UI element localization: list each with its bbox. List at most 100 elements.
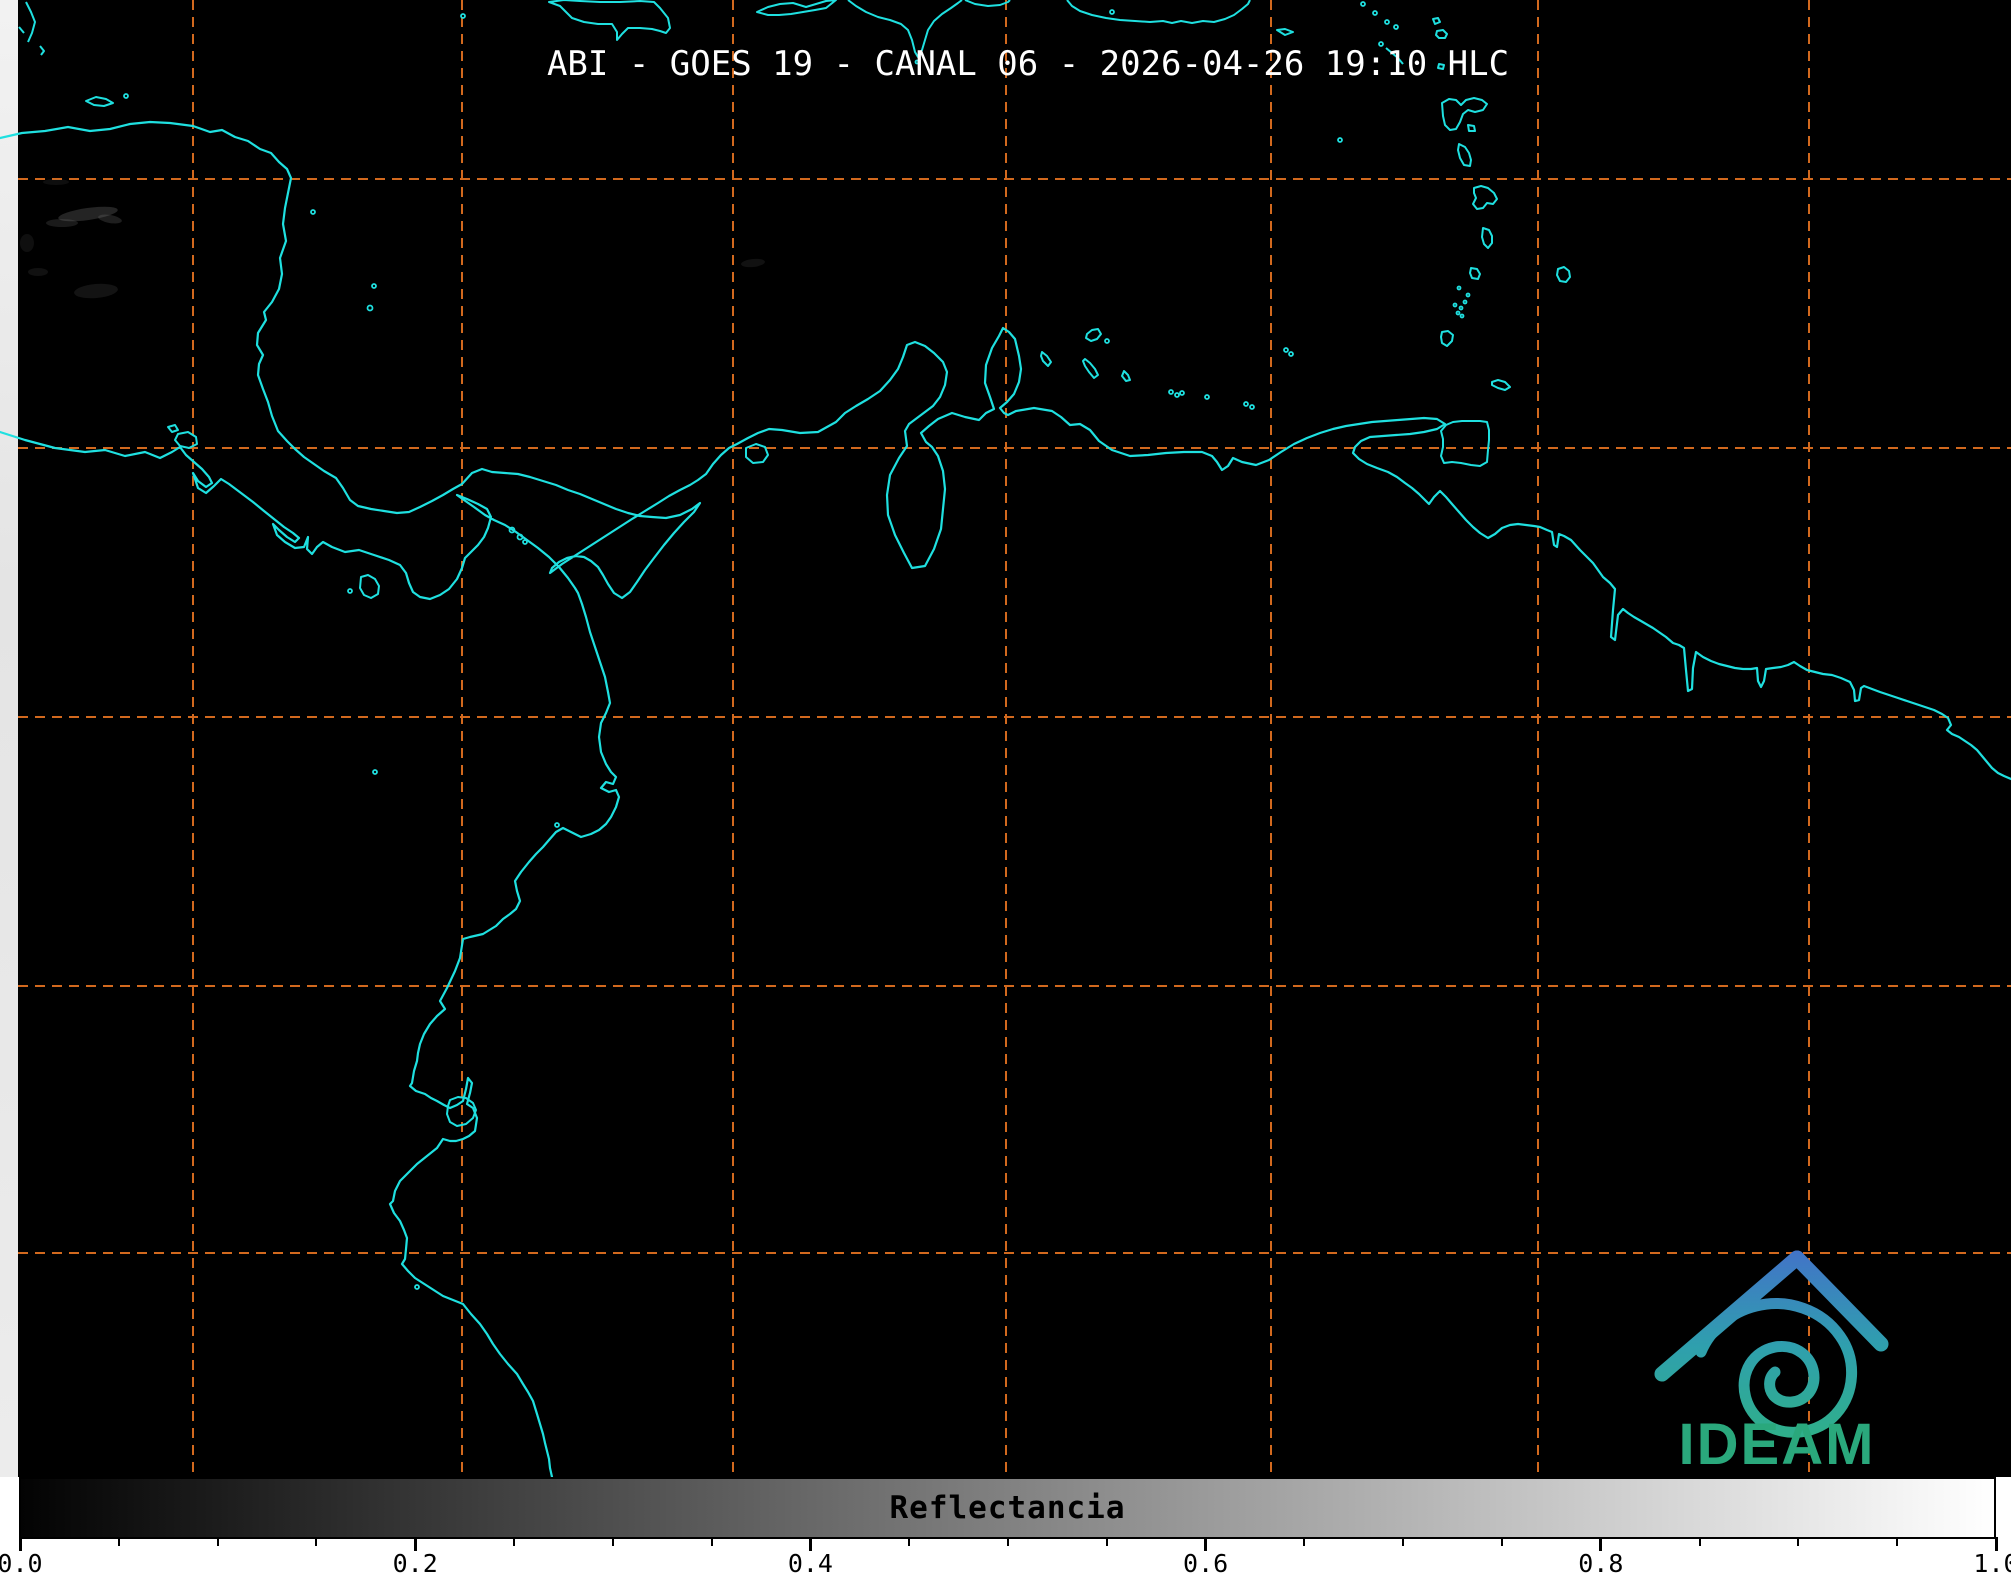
island-outline xyxy=(1082,358,1099,379)
small-island-dot xyxy=(1179,390,1185,396)
island-outline xyxy=(1472,185,1498,210)
island-outline xyxy=(85,96,114,107)
small-island-dot xyxy=(1104,338,1110,344)
island-outline xyxy=(745,443,769,464)
small-island-dot xyxy=(1456,285,1462,291)
cloud-patch xyxy=(43,179,69,185)
island-outline xyxy=(1469,267,1481,280)
island-outline xyxy=(1457,143,1472,167)
small-island-dot xyxy=(1283,347,1289,353)
small-island-dot xyxy=(1288,351,1294,357)
small-island-dot xyxy=(366,304,374,312)
island-outline xyxy=(1467,124,1476,132)
small-island-dot xyxy=(1174,392,1180,398)
island-outline xyxy=(1481,227,1493,249)
colorbar-minor-tick xyxy=(1896,1537,1899,1546)
cloud-layer xyxy=(20,179,765,299)
cloud-patch xyxy=(741,258,765,268)
small-island-dot xyxy=(1465,292,1471,298)
island-outline xyxy=(1556,266,1571,283)
island-outline xyxy=(1441,97,1488,131)
colorbar-minor-tick xyxy=(1007,1537,1009,1546)
island-outline xyxy=(548,0,671,41)
small-island-dot xyxy=(372,769,378,775)
island-outline xyxy=(1121,370,1131,382)
colorbar-minor-tick xyxy=(710,1537,713,1546)
map-canvas: IDEAM xyxy=(0,0,2011,1477)
island-outline xyxy=(1066,0,1251,24)
logo-wordmark: IDEAM xyxy=(1679,1412,1876,1477)
cloud-patch xyxy=(20,234,34,252)
island-outline xyxy=(1440,330,1454,347)
small-island-dot xyxy=(460,13,466,19)
colorbar-label: Reflectancia xyxy=(889,1490,1126,1526)
island-outline xyxy=(167,424,179,433)
colorbar-tick-label: 0.2 xyxy=(392,1549,438,1577)
small-island-dot xyxy=(123,93,129,99)
small-island-dot xyxy=(414,1284,420,1290)
island-outline xyxy=(359,574,380,599)
satellite-image-figure: IDEAM ABI - GOES 19 - CANAL 06 - 2026-04… xyxy=(0,0,2011,1577)
cloud-patch xyxy=(74,283,118,299)
small-island-dot xyxy=(554,822,560,828)
island-outline xyxy=(25,1,36,43)
island-outline xyxy=(174,431,198,449)
ideam-logo: IDEAM xyxy=(1654,1250,1889,1477)
colorbar-tick-label: 0.6 xyxy=(1183,1549,1229,1577)
colorbar-footer: Reflectancia 0.0 0.2 0.4 0.6 0.8 1.0 xyxy=(0,1477,2011,1577)
colorbar-minor-tick xyxy=(1402,1537,1405,1546)
cloud-patch xyxy=(46,219,78,227)
small-island-dot xyxy=(1458,305,1464,311)
island-outline xyxy=(18,26,25,34)
small-island-dot xyxy=(1452,302,1458,308)
island-outline xyxy=(1276,28,1294,36)
island-outline xyxy=(1435,29,1448,39)
island-outline xyxy=(756,0,837,16)
small-island-dot xyxy=(1243,401,1249,407)
colorbar-minor-tick xyxy=(908,1537,911,1546)
image-title: ABI - GOES 19 - CANAL 06 - 2026-04-26 19… xyxy=(546,44,1510,84)
colorbar-minor-tick xyxy=(216,1537,219,1546)
colorbar-tick-label: 1.0 xyxy=(1973,1549,2011,1577)
reflectance-colorbar: Reflectancia xyxy=(19,1477,1996,1539)
small-island-dot xyxy=(1455,310,1461,316)
small-island-dot xyxy=(1384,19,1390,25)
colorbar-tick-label: 0.8 xyxy=(1578,1549,1624,1577)
small-island-dot xyxy=(1204,394,1210,400)
small-island-dot xyxy=(516,533,524,541)
colorbar-minor-tick xyxy=(1303,1537,1306,1546)
island-outline xyxy=(39,45,45,56)
cloud-patch xyxy=(28,268,48,276)
colorbar-tick-label: 0.4 xyxy=(787,1549,833,1577)
small-island-dot xyxy=(371,283,377,289)
small-island-dot xyxy=(522,539,528,545)
island-outline xyxy=(964,0,1011,7)
small-island-dot xyxy=(1462,299,1468,305)
island-outline xyxy=(1491,379,1511,391)
island-outline xyxy=(1085,328,1102,342)
colorbar-tick-label: 0.0 xyxy=(0,1549,43,1577)
small-island-dot xyxy=(1337,137,1343,143)
small-island-dot xyxy=(1109,9,1115,15)
colorbar-minor-tick xyxy=(1698,1537,1701,1546)
island-outline xyxy=(1040,351,1052,367)
colorbar-minor-tick xyxy=(1501,1537,1503,1546)
small-island-dot xyxy=(1372,10,1378,16)
satellite-map-area: IDEAM ABI - GOES 19 - CANAL 06 - 2026-04… xyxy=(0,0,2011,1477)
small-island-dot xyxy=(347,588,353,594)
colorbar-minor-tick xyxy=(315,1537,318,1546)
island-outline xyxy=(1432,17,1441,25)
colorbar-minor-tick xyxy=(513,1537,515,1546)
small-island-dot xyxy=(1393,24,1399,30)
colorbar-minor-tick xyxy=(611,1537,614,1546)
island-outline xyxy=(1440,420,1490,467)
coastline-path xyxy=(0,430,621,1477)
colorbar-minor-tick xyxy=(117,1537,120,1546)
colorbar-minor-tick xyxy=(1105,1537,1108,1546)
small-island-dot xyxy=(1459,313,1465,319)
colorbar-minor-tick xyxy=(1797,1537,1800,1546)
small-island-dot xyxy=(1249,404,1255,410)
graticule-gridlines xyxy=(18,0,2011,1477)
small-island-dot xyxy=(1168,389,1174,395)
small-island-dot xyxy=(1360,1,1366,7)
